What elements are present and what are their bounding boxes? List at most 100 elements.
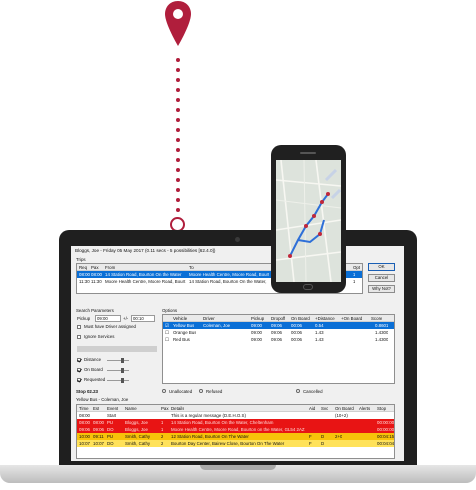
trip-pax: 08:00 [91,272,102,277]
stop-time: 08:00 [79,413,90,418]
trip-req: 11:30 [79,279,90,284]
stop-event: PU [107,434,114,439]
refused-label: Refused [206,389,223,394]
cancelled-label: Cancelled [303,389,323,394]
phone-speaker [300,152,316,154]
stop-aid: F [309,441,312,446]
option-on-board: 00:06 [291,330,302,335]
stop-on-board: 2+0 [335,434,343,439]
dotted-route-line [176,58,180,212]
laptop-notch [200,465,276,470]
on-board-label: On Board [84,367,103,372]
trip-to: Moore Health Centre, Moore Road, Bourt [189,272,269,277]
stop-row[interactable]: 10:07 10:07 DO Smith, Cathy 2 Bourton Da… [77,440,394,447]
stop-pax: 2 [161,434,164,439]
plus-minus-label: +/- [123,316,129,321]
option-row[interactable]: ☐ Red Bus 09:00 09:06 00:06 1.43 1.4300 [163,336,394,343]
booking-window: Bloggs, Joe - Friday 05 May 2017 (0.11 s… [71,246,404,461]
trip-from: 14 Station Road, Bourton On the Water [105,272,182,277]
distance-slider[interactable] [107,358,129,363]
trip-opt: 1 [353,272,356,277]
col-to: To [189,265,194,270]
option-vehicle: Orange Bus [173,330,197,335]
cancelled-radio[interactable] [296,389,300,393]
option-driver: Coleman, Joe [203,323,231,328]
pickup-label: Pickup [77,316,91,321]
why-not-button[interactable]: Why Not? [368,285,395,293]
requested-checkbox[interactable] [77,378,81,382]
window-title: Bloggs, Joe - Friday 05 May 2017 (0.11 s… [75,248,216,253]
requested-slider[interactable] [107,378,129,383]
disabled-field [77,346,157,352]
trip-req: 08:00 [79,272,90,277]
on-board-slider[interactable] [107,368,129,373]
stop-event: Start [107,413,117,418]
col-pickup: Pickup [251,316,265,321]
col-opt: Opt [353,265,361,270]
col-driver: Driver [203,316,215,321]
stop-event: DO [107,427,114,432]
option-pickup: 09:00 [251,337,262,342]
stop-time: 10:00 [79,434,90,439]
window-field[interactable]: 00:10 [131,315,155,322]
stop-name: Bloggs, Joe [125,420,148,425]
ok-button[interactable]: OK [368,263,395,271]
option-dropoff: 09:06 [271,330,282,335]
unallocated-radio[interactable] [162,389,166,393]
col-req: Req [79,265,88,270]
stop-row[interactable]: 10:00 09:11 PU Smith, Cathy 2 12 Station… [77,433,394,440]
option-score: 1.4300 [375,337,389,342]
slider-thumb[interactable] [121,368,124,373]
slider-thumb[interactable] [121,358,124,363]
stop-row[interactable]: 09:06 09:06 DO Bloggs, Joe 1 Moore Healt… [77,426,394,433]
vehicle-driver-label: Yellow Bus - Coleman, Joe [76,397,129,402]
pickup-time-field[interactable]: 09:00 [95,315,121,322]
refused-radio[interactable] [199,389,203,393]
option-dropoff: 09:06 [271,323,282,328]
option-pickup: 09:00 [251,330,262,335]
stops-table: Time Est Event Name Pax Details Aid Svc … [76,404,395,459]
col-on-board: On Board [291,316,310,321]
must-have-driver-checkbox[interactable] [77,325,81,329]
stop-time: 10:07 [79,441,90,446]
stop-time: 09:06 [79,427,90,432]
map-pin-icon [165,1,191,46]
stop-row[interactable]: 08:00 08:00 PU Bloggs, Joe 1 14 Station … [77,419,394,426]
stop-time: 08:00 [79,420,90,425]
stop-duration: 00:00:00 [377,420,395,425]
trip-pax: 11:30 [91,279,102,284]
distance-checkbox[interactable] [77,358,81,362]
option-row[interactable]: ☑ Yellow Bus Coleman, Joe 09:00 09:06 00… [163,322,394,329]
option-vehicle: Yellow Bus [173,323,195,328]
option-vehicle: Red Bus [173,337,190,342]
col-event: Event [107,406,119,411]
cancel-button[interactable]: Cancel [368,274,395,282]
on-board-checkbox[interactable] [77,368,81,372]
col-extra-on-board: +On Board [341,316,363,321]
option-distance: 1.43 [315,337,324,342]
ignore-services-checkbox[interactable] [77,335,81,339]
col-on-board: On Board [335,406,354,411]
option-row[interactable]: ☐ Orange Bus 09:00 09:06 00:06 1.43 1.43… [163,329,394,336]
stops-header: Time Est Event Name Pax Details Aid Svc … [77,405,394,412]
option-on-board: 00:06 [291,323,302,328]
trip-opt: 1 [353,279,356,284]
stop-pax: 2 [161,441,164,446]
options-label: Options [162,308,178,313]
stop-row[interactable]: 08:00 Start This is a regular message (D… [77,412,394,419]
option-dropoff: 09:06 [271,337,282,342]
col-stop: Stop [377,406,387,411]
stop-est: 10:07 [93,441,104,446]
stop-name: Bloggs, Joe [125,427,148,432]
phone-home-button[interactable] [303,284,313,290]
stop-est: 09:11 [93,434,104,439]
col-pax: Pax [161,406,169,411]
stop-details: 14 Station Road, Bourton On the Water, C… [171,420,274,425]
slider-thumb[interactable] [121,378,124,383]
stop-est: 09:06 [93,427,104,432]
col-from: From [105,265,116,270]
col-pax: Pax [91,265,99,270]
stop-pax: 1 [161,427,164,432]
stop-svc: D [321,441,325,446]
checkbox-icon[interactable]: ☐ [165,337,169,343]
